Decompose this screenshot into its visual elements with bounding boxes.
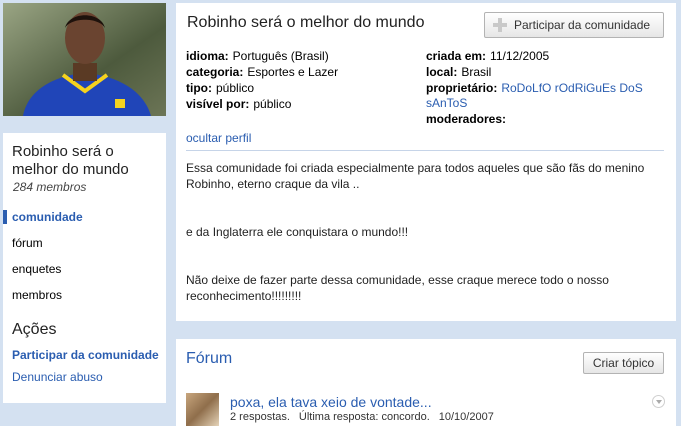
forum-card: Fórum Criar tópico poxa, ela tava xeio d… bbox=[176, 339, 676, 426]
join-community-button[interactable]: Participar da comunidade bbox=[484, 12, 664, 38]
info-label: local: bbox=[426, 65, 458, 79]
create-topic-button[interactable]: Criar tópico bbox=[583, 352, 664, 374]
info-local: local: Brasil bbox=[426, 65, 491, 80]
description-paragraph bbox=[186, 208, 664, 224]
description-paragraph bbox=[186, 256, 664, 272]
community-name: Robinho será o melhor do mundo bbox=[12, 143, 129, 178]
info-value: público bbox=[253, 97, 292, 111]
info-proprietario: proprietário: RoDoLfO rOdRiGuEs DoS sAnTo… bbox=[426, 81, 656, 111]
description-paragraph bbox=[186, 192, 664, 208]
sidebar-item-enquetes[interactable]: enquetes bbox=[3, 259, 163, 279]
description-paragraph bbox=[186, 240, 664, 256]
info-idioma: idioma: Português (Brasil) bbox=[186, 49, 329, 64]
join-button-label: Participar da comunidade bbox=[514, 18, 651, 32]
community-sidebar: Robinho será o melhor do mundo 284 membr… bbox=[3, 133, 166, 403]
community-description: Essa comunidade foi criada especialmente… bbox=[186, 160, 664, 304]
sidebar-item-forum[interactable]: fórum bbox=[3, 233, 163, 253]
chevron-down-icon[interactable] bbox=[652, 395, 665, 408]
info-label: tipo: bbox=[186, 81, 212, 95]
sidebar-item-comunidade[interactable]: comunidade bbox=[3, 207, 163, 227]
page-title: Robinho será o melhor do mundo bbox=[187, 14, 425, 31]
actions-heading: Ações bbox=[12, 321, 57, 338]
info-value: 11/12/2005 bbox=[490, 49, 550, 63]
info-value: Esportes e Lazer bbox=[247, 65, 339, 79]
info-categoria: categoria: Esportes e Lazer bbox=[186, 65, 338, 80]
community-photo[interactable] bbox=[3, 3, 166, 116]
join-community-link[interactable]: Participar da comunidade bbox=[12, 348, 159, 362]
report-abuse-link[interactable]: Denunciar abuso bbox=[12, 370, 103, 384]
topic-last-reply: Última resposta: concordo. bbox=[298, 411, 430, 423]
info-visivel: visível por: público bbox=[186, 97, 291, 112]
description-paragraph: Essa comunidade foi criada especialmente… bbox=[186, 161, 645, 191]
topic-replies: 2 respostas. bbox=[230, 411, 290, 423]
topic-date: 10/10/2007 bbox=[438, 411, 494, 423]
divider bbox=[186, 150, 664, 151]
topic-title-link[interactable]: poxa, ela tava xeio de vontade... bbox=[230, 394, 432, 410]
avatar[interactable] bbox=[186, 393, 219, 426]
left-column: Robinho será o melhor do mundo 284 membr… bbox=[0, 0, 168, 426]
info-label: idioma: bbox=[186, 49, 229, 63]
hide-profile-link[interactable]: ocultar perfil bbox=[186, 131, 251, 145]
info-tipo: tipo: público bbox=[186, 81, 254, 96]
info-moderadores: moderadores: bbox=[426, 112, 510, 127]
info-label: proprietário: bbox=[426, 81, 498, 95]
info-value: Português (Brasil) bbox=[232, 49, 329, 63]
description-paragraph: Não deixe de fazer parte dessa comunidad… bbox=[186, 273, 609, 303]
member-count: 284 membros bbox=[13, 180, 87, 194]
plus-icon bbox=[493, 18, 507, 32]
description-paragraph: e da Inglaterra ele conquistara o mundo!… bbox=[186, 225, 409, 239]
info-criada: criada em: 11/12/2005 bbox=[426, 49, 549, 64]
info-label: visível por: bbox=[186, 97, 250, 111]
info-value: Brasil bbox=[461, 65, 492, 79]
forum-title-link[interactable]: Fórum bbox=[186, 350, 232, 368]
topic-meta: 2 respostas. Última resposta: concordo. 10… bbox=[230, 411, 503, 423]
info-label: categoria: bbox=[186, 65, 244, 79]
info-value: público bbox=[216, 81, 255, 95]
info-label: criada em: bbox=[426, 49, 487, 63]
info-label: moderadores: bbox=[426, 112, 507, 126]
sidebar-item-membros[interactable]: membros bbox=[3, 285, 163, 305]
community-profile-card: Robinho será o melhor do mundo Participa… bbox=[176, 3, 676, 321]
